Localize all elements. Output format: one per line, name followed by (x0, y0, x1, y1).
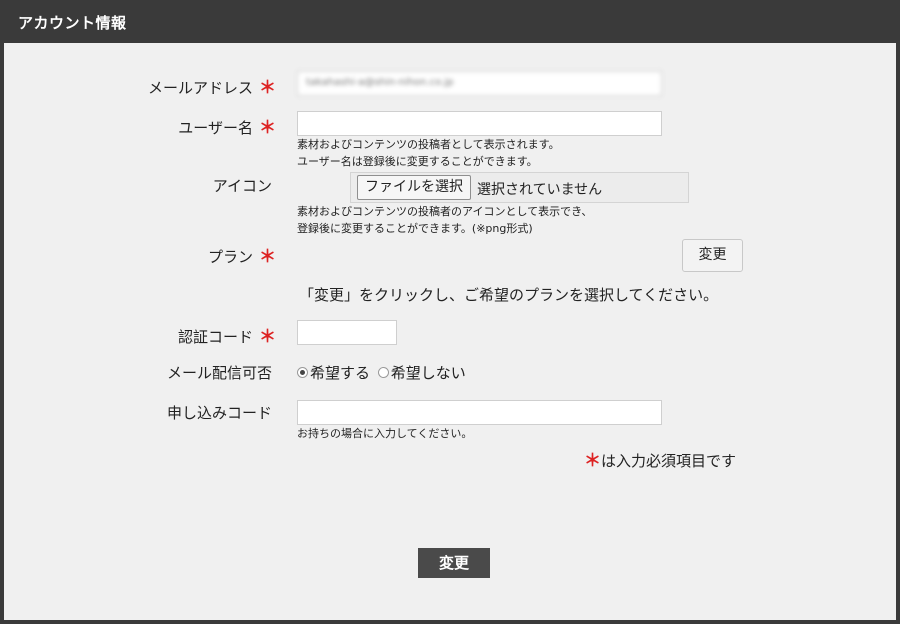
mail-delivery-label-text: メール配信可否 (166, 364, 272, 382)
username-label: ユーザー名 ＊ (8, 113, 276, 138)
header-bar: アカウント情報 (0, 0, 900, 43)
application-code-label: 申し込みコード (4, 402, 272, 423)
required-mark: ＊ (584, 451, 601, 471)
auth-code-label: 認証コード ＊ (8, 322, 276, 347)
username-field[interactable] (297, 111, 662, 136)
username-label-text: ユーザー名 (178, 119, 253, 137)
required-mark: ＊ (259, 118, 276, 138)
email-field[interactable]: takahashi-a@shin-nihon.co.jp (297, 71, 662, 96)
plan-label: プラン ＊ (8, 242, 276, 267)
radio-opt-out-label: 希望しない (390, 364, 466, 382)
icon-label: アイコン (4, 175, 272, 196)
plan-label-text: プラン (207, 248, 253, 266)
mail-delivery-radio-group: 希望する 希望しない (297, 362, 469, 383)
auth-code-label-text: 認証コード (177, 328, 253, 346)
radio-opt-in-label: 希望する (310, 364, 371, 382)
application-code-label-text: 申し込みコード (166, 404, 272, 422)
account-window: アカウント情報 メールアドレス ＊ takahashi-a@shin-nihon.… (0, 0, 900, 624)
icon-label-text: アイコン (212, 177, 272, 195)
mail-delivery-label: メール配信可否 (4, 362, 272, 383)
username-hint-2: ユーザー名は登録後に変更することができます。 (297, 155, 538, 168)
file-status: 選択されていません (477, 182, 603, 198)
required-mark: ＊ (259, 78, 276, 98)
email-label-text: メールアドレス (147, 79, 253, 97)
required-note-text: は入力必須項目です (601, 452, 737, 470)
icon-hint-1: 素材およびコンテンツの投稿者のアイコンとして表示でき、 (297, 205, 593, 218)
email-label: メールアドレス ＊ (8, 73, 276, 98)
radio-opt-out[interactable]: 希望しない (377, 362, 466, 383)
submit-button[interactable]: 変更 (418, 548, 490, 578)
application-code-field[interactable] (297, 400, 662, 425)
required-note: ＊は入力必須項目です (584, 446, 736, 471)
choose-file-button[interactable]: ファイルを選択 (357, 175, 471, 200)
required-mark: ＊ (259, 247, 276, 267)
change-plan-button[interactable]: 変更 (682, 239, 743, 272)
radio-button-unchecked[interactable] (377, 367, 389, 378)
auth-code-field[interactable] (297, 320, 397, 345)
radio-opt-in[interactable]: 希望する (297, 362, 370, 383)
page-title: アカウント情報 (18, 14, 127, 32)
icon-hint-2: 登録後に変更することができます。(※png形式) (297, 222, 533, 235)
application-code-hint: お持ちの場合に入力してください。 (297, 427, 473, 440)
file-upload: ファイルを選択 選択されていません (350, 172, 689, 203)
radio-button-checked[interactable] (297, 367, 308, 378)
required-mark: ＊ (259, 327, 276, 347)
username-hint-1: 素材およびコンテンツの投稿者として表示されます。 (297, 138, 560, 151)
plan-note: 「変更」をクリックし、ご希望のプランを選択してください。 (299, 286, 719, 304)
